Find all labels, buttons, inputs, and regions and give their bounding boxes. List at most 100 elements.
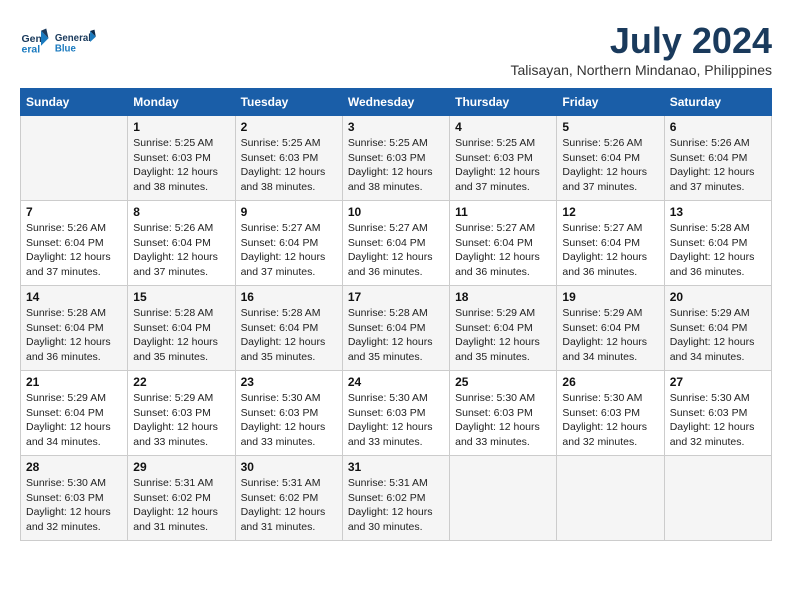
day-number: 31 [348,460,444,474]
day-number: 14 [26,290,122,304]
day-info: Sunrise: 5:27 AMSunset: 6:04 PMDaylight:… [455,221,551,280]
week-row-3: 14 Sunrise: 5:28 AMSunset: 6:04 PMDayligh… [21,286,772,371]
day-info: Sunrise: 5:30 AMSunset: 6:03 PMDaylight:… [26,476,122,535]
day-info: Sunrise: 5:30 AMSunset: 6:03 PMDaylight:… [455,391,551,450]
day-number: 6 [670,120,766,134]
week-row-4: 21 Sunrise: 5:29 AMSunset: 6:04 PMDayligh… [21,371,772,456]
day-cell: 19 Sunrise: 5:29 AMSunset: 6:04 PMDayligh… [557,286,664,371]
day-info: Sunrise: 5:25 AMSunset: 6:03 PMDaylight:… [241,136,337,195]
day-info: Sunrise: 5:30 AMSunset: 6:03 PMDaylight:… [241,391,337,450]
svg-text:Blue: Blue [55,44,77,55]
day-info: Sunrise: 5:30 AMSunset: 6:03 PMDaylight:… [670,391,766,450]
weekday-header-monday: Monday [128,89,235,116]
day-cell: 27 Sunrise: 5:30 AMSunset: 6:03 PMDayligh… [664,371,771,456]
weekday-header-row: SundayMondayTuesdayWednesdayThursdayFrid… [21,89,772,116]
day-number: 28 [26,460,122,474]
day-cell: 30 Sunrise: 5:31 AMSunset: 6:02 PMDayligh… [235,456,342,541]
svg-text:General: General [55,33,91,44]
day-info: Sunrise: 5:31 AMSunset: 6:02 PMDaylight:… [348,476,444,535]
day-cell: 22Sunrise: 5:29 AMSunset: 6:03 PMDayligh… [128,371,235,456]
day-number: 11 [455,205,551,219]
day-cell: 6 Sunrise: 5:26 AMSunset: 6:04 PMDaylight… [664,116,771,201]
day-info: Sunrise: 5:31 AMSunset: 6:02 PMDaylight:… [133,476,229,535]
day-info: Sunrise: 5:28 AMSunset: 6:04 PMDaylight:… [241,306,337,365]
day-info: Sunrise: 5:25 AMSunset: 6:03 PMDaylight:… [133,136,229,195]
day-info: Sunrise: 5:26 AMSunset: 6:04 PMDaylight:… [562,136,658,195]
day-number: 25 [455,375,551,389]
day-cell: 14 Sunrise: 5:28 AMSunset: 6:04 PMDayligh… [21,286,128,371]
day-info: Sunrise: 5:26 AMSunset: 6:04 PMDaylight:… [26,221,122,280]
day-number: 13 [670,205,766,219]
day-cell [21,116,128,201]
day-cell: 12Sunrise: 5:27 AMSunset: 6:04 PMDayligh… [557,201,664,286]
day-info: Sunrise: 5:29 AMSunset: 6:04 PMDaylight:… [562,306,658,365]
weekday-header-saturday: Saturday [664,89,771,116]
day-number: 20 [670,290,766,304]
calendar-title-block: July 2024 Talisayan, Northern Mindanao, … [511,20,772,78]
day-cell [557,456,664,541]
day-number: 29 [133,460,229,474]
day-cell: 21 Sunrise: 5:29 AMSunset: 6:04 PMDayligh… [21,371,128,456]
day-number: 8 [133,205,229,219]
day-cell: 16 Sunrise: 5:28 AMSunset: 6:04 PMDayligh… [235,286,342,371]
day-number: 4 [455,120,551,134]
general-blue-logo-graphic: General Blue [54,20,98,64]
day-cell: 31 Sunrise: 5:31 AMSunset: 6:02 PMDayligh… [342,456,449,541]
day-info: Sunrise: 5:28 AMSunset: 6:04 PMDaylight:… [670,221,766,280]
day-number: 7 [26,205,122,219]
day-cell: 1 Sunrise: 5:25 AMSunset: 6:03 PMDaylight… [128,116,235,201]
day-cell: 9Sunrise: 5:27 AMSunset: 6:04 PMDaylight… [235,201,342,286]
day-cell: 4 Sunrise: 5:25 AMSunset: 6:03 PMDaylight… [450,116,557,201]
day-number: 19 [562,290,658,304]
day-info: Sunrise: 5:26 AMSunset: 6:04 PMDaylight:… [670,136,766,195]
day-number: 24 [348,375,444,389]
day-info: Sunrise: 5:27 AMSunset: 6:04 PMDaylight:… [241,221,337,280]
page-header: Gen eral General Blue July 2024 Talisaya… [20,20,772,78]
day-cell: 8Sunrise: 5:26 AMSunset: 6:04 PMDaylight… [128,201,235,286]
day-info: Sunrise: 5:27 AMSunset: 6:04 PMDaylight:… [562,221,658,280]
week-row-2: 7 Sunrise: 5:26 AMSunset: 6:04 PMDaylight… [21,201,772,286]
location-subtitle: Talisayan, Northern Mindanao, Philippine… [511,62,772,78]
week-row-1: 1 Sunrise: 5:25 AMSunset: 6:03 PMDaylight… [21,116,772,201]
day-number: 1 [133,120,229,134]
day-number: 27 [670,375,766,389]
day-number: 26 [562,375,658,389]
day-cell: 3 Sunrise: 5:25 AMSunset: 6:03 PMDaylight… [342,116,449,201]
logo: Gen eral General Blue [20,20,98,64]
day-info: Sunrise: 5:25 AMSunset: 6:03 PMDaylight:… [348,136,444,195]
day-cell [450,456,557,541]
day-cell: 26Sunrise: 5:30 AMSunset: 6:03 PMDayligh… [557,371,664,456]
day-cell: 18Sunrise: 5:29 AMSunset: 6:04 PMDayligh… [450,286,557,371]
day-number: 16 [241,290,337,304]
weekday-header-tuesday: Tuesday [235,89,342,116]
day-cell: 5Sunrise: 5:26 AMSunset: 6:04 PMDaylight… [557,116,664,201]
day-number: 10 [348,205,444,219]
day-number: 30 [241,460,337,474]
day-cell: 2 Sunrise: 5:25 AMSunset: 6:03 PMDaylight… [235,116,342,201]
day-number: 3 [348,120,444,134]
day-cell: 13 Sunrise: 5:28 AMSunset: 6:04 PMDayligh… [664,201,771,286]
day-number: 17 [348,290,444,304]
day-number: 23 [241,375,337,389]
day-cell: 20Sunrise: 5:29 AMSunset: 6:04 PMDayligh… [664,286,771,371]
day-number: 15 [133,290,229,304]
day-number: 21 [26,375,122,389]
day-cell: 29 Sunrise: 5:31 AMSunset: 6:02 PMDayligh… [128,456,235,541]
day-cell: 25 Sunrise: 5:30 AMSunset: 6:03 PMDayligh… [450,371,557,456]
day-cell: 11 Sunrise: 5:27 AMSunset: 6:04 PMDayligh… [450,201,557,286]
day-info: Sunrise: 5:25 AMSunset: 6:03 PMDaylight:… [455,136,551,195]
day-info: Sunrise: 5:31 AMSunset: 6:02 PMDaylight:… [241,476,337,535]
day-info: Sunrise: 5:28 AMSunset: 6:04 PMDaylight:… [348,306,444,365]
weekday-header-thursday: Thursday [450,89,557,116]
weekday-header-friday: Friday [557,89,664,116]
day-info: Sunrise: 5:29 AMSunset: 6:03 PMDaylight:… [133,391,229,450]
svg-text:eral: eral [22,44,41,56]
week-row-5: 28 Sunrise: 5:30 AMSunset: 6:03 PMDayligh… [21,456,772,541]
day-info: Sunrise: 5:29 AMSunset: 6:04 PMDaylight:… [26,391,122,450]
day-cell: 7 Sunrise: 5:26 AMSunset: 6:04 PMDaylight… [21,201,128,286]
day-number: 2 [241,120,337,134]
weekday-header-wednesday: Wednesday [342,89,449,116]
day-cell: 10Sunrise: 5:27 AMSunset: 6:04 PMDayligh… [342,201,449,286]
day-info: Sunrise: 5:28 AMSunset: 6:04 PMDaylight:… [26,306,122,365]
logo-icon: Gen eral [20,27,50,57]
